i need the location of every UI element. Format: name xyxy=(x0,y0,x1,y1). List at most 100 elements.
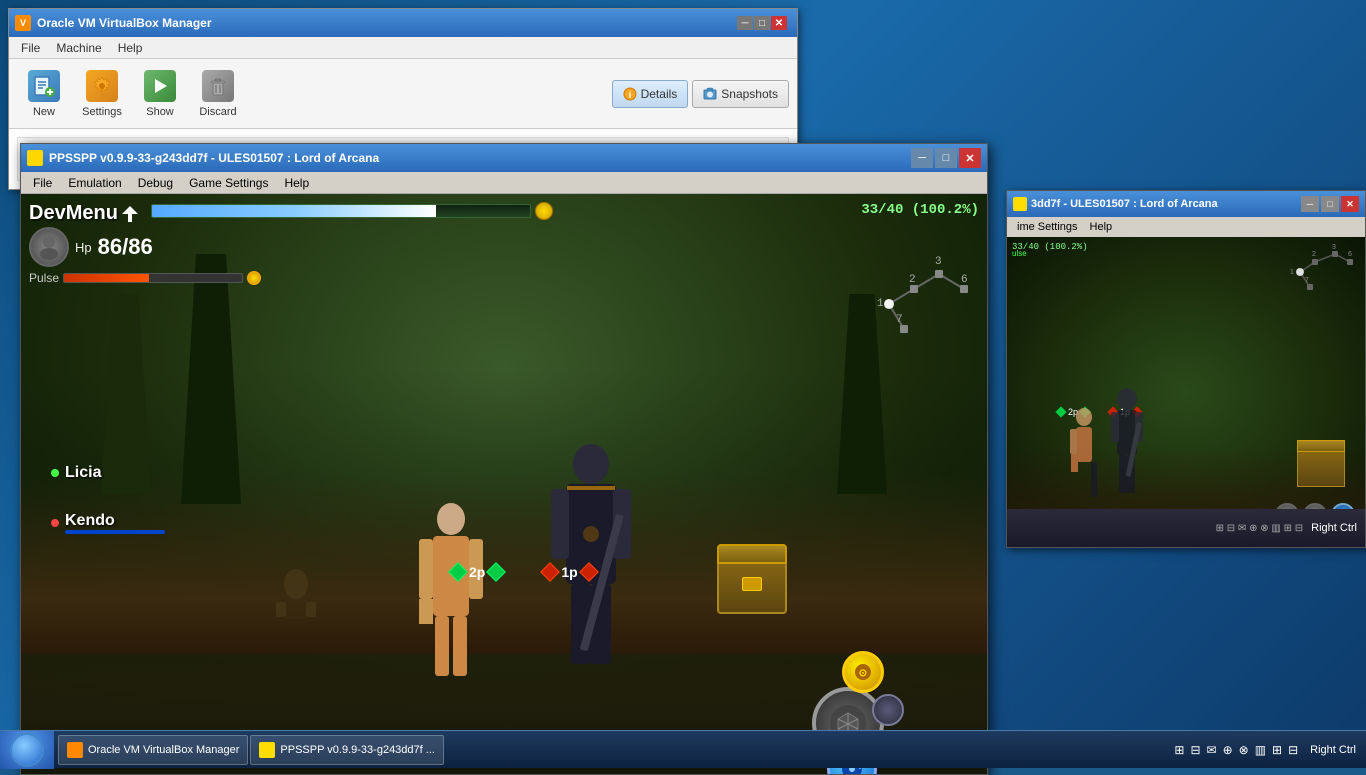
ppsspp-bg-minimize[interactable]: ─ xyxy=(1301,196,1319,212)
taskbar-ppsspp-label: PPSSPP v0.9.9-33-g243dd7f ... xyxy=(280,744,435,756)
vbox-maximize-btn[interactable]: □ xyxy=(754,16,770,30)
mini-map: 1 2 3 6 7 xyxy=(849,244,979,364)
pulse-coin-icon xyxy=(247,271,261,285)
ppsspp-maximize-btn[interactable]: □ xyxy=(935,148,957,168)
pulse-label: Pulse xyxy=(29,271,59,285)
ppsspp-bg-chest-lid xyxy=(1297,440,1345,452)
tray-icon-6: ▥ xyxy=(1255,743,1266,757)
svg-text:1: 1 xyxy=(877,298,884,310)
vbox-menu-machine[interactable]: Machine xyxy=(48,39,109,57)
hp-bar-container: Hp 86/86 xyxy=(29,227,261,267)
vbox-discard-button[interactable]: Discard xyxy=(191,65,245,123)
party-member-licia: Licia xyxy=(51,464,165,482)
details-button[interactable]: i Details xyxy=(612,80,689,108)
svg-text:7: 7 xyxy=(1305,277,1309,284)
vbox-new-button[interactable]: New xyxy=(17,65,71,123)
enemy-creature xyxy=(271,564,321,624)
crystal-1p-group: 1p xyxy=(543,564,595,580)
vbox-titlebar: V Oracle VM VirtualBox Manager ─ □ ✕ xyxy=(9,9,797,37)
taskbar: Oracle VM VirtualBox Manager PPSSPP v0.9… xyxy=(0,730,1366,768)
treasure-chest xyxy=(717,554,787,614)
ppsspp-titlebar: PPSSPP v0.9.9-33-g243dd7f - ULES01507 : … xyxy=(21,144,987,172)
settings-icon xyxy=(86,70,118,102)
svg-text:⊙: ⊙ xyxy=(859,668,867,679)
tray-icon-5: ⊗ xyxy=(1239,743,1249,757)
ppsspp-menu-file[interactable]: File xyxy=(25,174,60,192)
tray-icon-7: ⊞ xyxy=(1272,743,1282,757)
discard-icon xyxy=(202,70,234,102)
crystal-green-left xyxy=(448,562,468,582)
hp-label: Hp xyxy=(75,240,92,255)
hp-max: 86 xyxy=(128,234,152,259)
ppsspp-minimize-btn[interactable]: ─ xyxy=(911,148,933,168)
ppsspp-close-btn[interactable]: ✕ xyxy=(959,148,981,168)
ppsspp-bg-maximize[interactable]: □ xyxy=(1321,196,1339,212)
ppsspp-bg-right-ctrl: Right Ctrl xyxy=(1311,522,1357,534)
svg-text:1: 1 xyxy=(1290,269,1294,276)
new-btn-label: New xyxy=(33,106,55,118)
ppsspp-bg-menu-help[interactable]: Help xyxy=(1084,220,1119,234)
settings-btn-label: Settings xyxy=(82,106,122,118)
stats-text: 33/40 (100.2%) xyxy=(861,202,979,218)
snapshots-button[interactable]: Snapshots xyxy=(692,80,789,108)
crystal-red-right xyxy=(579,562,599,582)
vbox-menu-help[interactable]: Help xyxy=(110,39,151,57)
vbox-show-button[interactable]: Show xyxy=(133,65,187,123)
crystal-2p-label: 2p xyxy=(469,564,485,580)
chest-lid xyxy=(717,544,787,564)
details-icon: i xyxy=(623,87,637,101)
ppsspp-bg-close[interactable]: ✕ xyxy=(1341,196,1359,212)
tray-icon-3: ✉ xyxy=(1207,743,1217,757)
hud-circle-small-1 xyxy=(872,694,904,726)
ppsspp-bg-icon xyxy=(1013,197,1027,211)
licia-name: Licia xyxy=(65,464,101,482)
ppsspp-bg-titlebar: 3dd7f - ULES01507 : Lord of Arcana ─ □ ✕ xyxy=(1007,191,1365,217)
dev-menu-label: DevMenu xyxy=(29,202,261,225)
ppsspp-bg-tray: ⊞ ⊟ ✉ ⊕ ⊗ ▥ ⊞ ⊟ Right Ctrl xyxy=(1007,509,1365,547)
ppsspp-bg-menu-game[interactable]: ime Settings xyxy=(1011,220,1084,234)
svg-text:3: 3 xyxy=(1332,244,1336,251)
ppsspp-bg-controls: ─ □ ✕ xyxy=(1301,196,1359,212)
details-btn-label: Details xyxy=(641,87,678,101)
svg-text:6: 6 xyxy=(961,274,968,286)
discard-btn-label: Discard xyxy=(199,106,236,118)
taskbar-vbox-icon xyxy=(67,742,83,758)
crystal-red-left xyxy=(540,562,560,582)
vbox-menu-file[interactable]: File xyxy=(13,39,48,57)
mini-map-svg: 1 2 3 6 7 xyxy=(849,244,979,364)
snapshots-icon xyxy=(703,87,717,101)
ppsspp-bg-window: 3dd7f - ULES01507 : Lord of Arcana ─ □ ✕… xyxy=(1006,190,1366,548)
hp-value: 86/86 xyxy=(98,234,153,260)
toolbar-right: i Details Snapshots xyxy=(612,80,789,108)
show-btn-label: Show xyxy=(146,106,174,118)
crystal-2p-group: 2p xyxy=(451,564,503,580)
svg-text:2: 2 xyxy=(909,274,916,286)
kendo-gem xyxy=(51,519,59,527)
hud-top-left: DevMenu Hp 86/86 Pulse xyxy=(29,202,261,285)
vbox-title-icon: V xyxy=(15,15,31,31)
svg-text:i: i xyxy=(628,90,631,100)
vbox-close-btn[interactable]: ✕ xyxy=(771,16,787,30)
ppsspp-bg-char2 xyxy=(1107,387,1147,497)
ppsspp-menu-emulation[interactable]: Emulation xyxy=(60,174,129,192)
ppsspp-menubar: File Emulation Debug Game Settings Help xyxy=(21,172,987,194)
tray-icon-4: ⊕ xyxy=(1223,743,1233,757)
svg-text:3: 3 xyxy=(935,256,942,268)
female-character xyxy=(411,494,491,694)
show-icon xyxy=(144,70,176,102)
vbox-toolbar: New Settings Show xyxy=(9,59,797,129)
ppsspp-menu-game-settings[interactable]: Game Settings xyxy=(181,174,276,192)
ppsspp-menu-debug[interactable]: Debug xyxy=(130,174,181,192)
ppsspp-bg-minimap: 1 2 3 6 7 xyxy=(1280,242,1360,302)
ppsspp-menu-help[interactable]: Help xyxy=(276,174,317,192)
crystal-green-right xyxy=(486,562,506,582)
ppsspp-title-icon xyxy=(27,150,43,166)
gold-coin-icon xyxy=(535,202,553,220)
licia-gem xyxy=(51,469,59,477)
ppsspp-bg-menubar: ime Settings Help xyxy=(1007,217,1365,237)
vbox-settings-button[interactable]: Settings xyxy=(75,65,129,123)
taskbar-item-vbox[interactable]: Oracle VM VirtualBox Manager xyxy=(58,735,248,765)
taskbar-item-ppsspp[interactable]: PPSSPP v0.9.9-33-g243dd7f ... xyxy=(250,735,444,765)
start-button[interactable] xyxy=(0,731,54,769)
vbox-minimize-btn[interactable]: ─ xyxy=(737,16,753,30)
